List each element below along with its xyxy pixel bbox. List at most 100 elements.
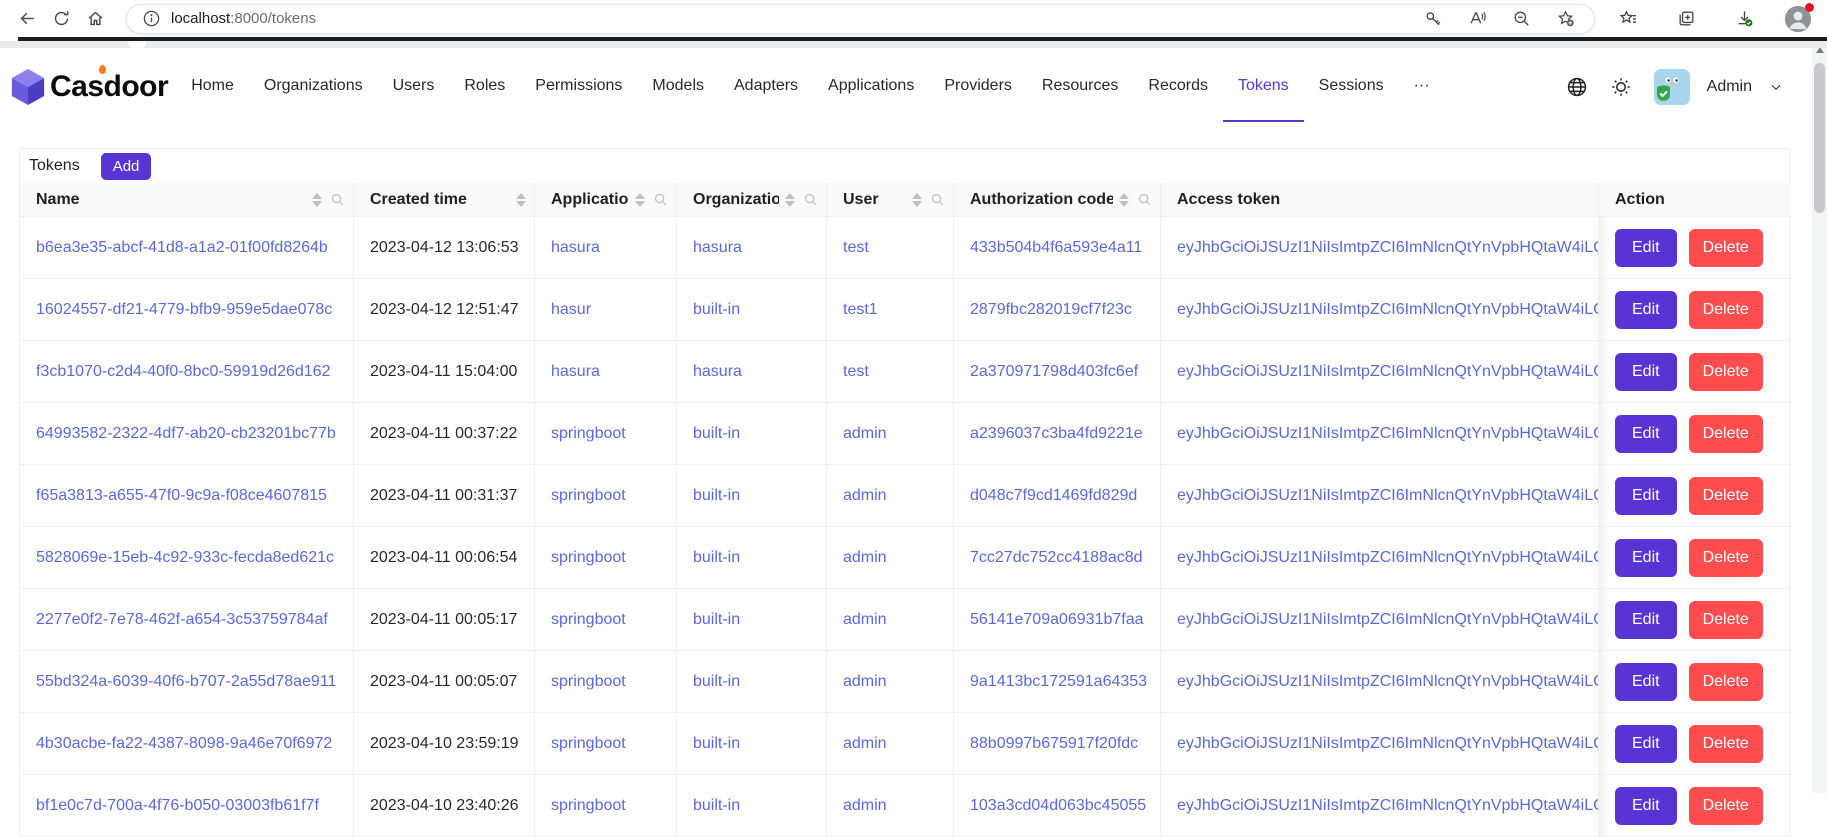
sorter-icon[interactable] (312, 193, 322, 207)
access-token-link[interactable]: eyJhbGciOiJSUzI1NiIsImtpZCI6ImNlcnQtYnVp… (1177, 797, 1599, 814)
token-name-link[interactable]: 2277e0f2-7e78-462f-a654-3c53759784af (36, 611, 328, 628)
user-link[interactable]: admin (843, 487, 887, 504)
browser-profile-avatar[interactable] (1785, 6, 1811, 32)
application-link[interactable]: springboot (551, 797, 626, 814)
sorter-icon[interactable] (1119, 193, 1129, 207)
token-name-link[interactable]: 5828069e-15eb-4c92-933c-fecda8ed621c (36, 549, 334, 566)
nav-item-home[interactable]: Home (176, 52, 249, 122)
application-link[interactable]: springboot (551, 673, 626, 690)
nav-item-permissions[interactable]: Permissions (520, 52, 637, 122)
column-search-icon[interactable] (930, 192, 945, 207)
nav-item-roles[interactable]: Roles (449, 52, 520, 122)
application-link[interactable]: hasur (551, 301, 591, 318)
access-token-link[interactable]: eyJhbGciOiJSUzI1NiIsImtpZCI6ImNlcnQtYnVp… (1177, 301, 1599, 318)
user-link[interactable]: test (843, 363, 869, 380)
authorization-code-link[interactable]: 7cc27dc752cc4188ac8d (970, 549, 1143, 566)
edit-button[interactable]: Edit (1615, 663, 1677, 701)
delete-button[interactable]: Delete (1689, 353, 1763, 391)
sorter-icon[interactable] (785, 193, 795, 207)
user-link[interactable]: admin (843, 549, 887, 566)
delete-button[interactable]: Delete (1689, 539, 1763, 577)
column-search-icon[interactable] (330, 192, 345, 207)
downloads-icon[interactable] (1727, 4, 1761, 34)
edit-button[interactable]: Edit (1615, 229, 1677, 267)
scrollbar-thumb[interactable] (1814, 63, 1825, 213)
token-name-link[interactable]: bf1e0c7d-700a-4f76-b050-03003fb61f7f (36, 797, 319, 814)
home-icon[interactable] (78, 4, 112, 34)
organization-link[interactable]: built-in (693, 301, 740, 318)
user-link[interactable]: test (843, 239, 869, 256)
organization-link[interactable]: built-in (693, 487, 740, 504)
column-header-organization[interactable]: Organization (677, 183, 827, 217)
user-name[interactable]: Admin (1707, 78, 1752, 96)
application-link[interactable]: springboot (551, 549, 626, 566)
column-search-icon[interactable] (1137, 192, 1152, 207)
nav-item-adapters[interactable]: Adapters (719, 52, 813, 122)
delete-button[interactable]: Delete (1689, 725, 1763, 763)
token-name-link[interactable]: 4b30acbe-fa22-4387-8098-9a46e70f6972 (36, 735, 332, 752)
edit-button[interactable]: Edit (1615, 539, 1677, 577)
refresh-icon[interactable] (44, 4, 78, 34)
back-icon[interactable] (10, 4, 44, 34)
delete-button[interactable]: Delete (1689, 291, 1763, 329)
organization-link[interactable]: built-in (693, 797, 740, 814)
vertical-scrollbar[interactable] (1812, 41, 1827, 793)
nav-item-providers[interactable]: Providers (929, 52, 1027, 122)
application-link[interactable]: springboot (551, 487, 626, 504)
access-token-link[interactable]: eyJhbGciOiJSUzI1NiIsImtpZCI6ImNlcnQtYnVp… (1177, 735, 1599, 752)
application-link[interactable]: hasura (551, 363, 600, 380)
authorization-code-link[interactable]: d048c7f9cd1469fd829d (970, 487, 1137, 504)
collections-icon[interactable] (1669, 4, 1703, 34)
organization-link[interactable]: hasura (693, 239, 742, 256)
delete-button[interactable]: Delete (1689, 229, 1763, 267)
token-name-link[interactable]: 55bd324a-6039-40f6-b707-2a55d78ae911 (36, 673, 336, 690)
address-bar[interactable]: localhost:8000/tokens (126, 4, 1595, 34)
application-link[interactable]: springboot (551, 735, 626, 752)
user-link[interactable]: admin (843, 611, 887, 628)
site-info-icon[interactable] (141, 4, 161, 34)
favorites-bar-icon[interactable] (1611, 4, 1645, 34)
sorter-icon[interactable] (635, 193, 645, 207)
user-avatar[interactable] (1653, 68, 1691, 106)
authorization-code-link[interactable]: 2a370971798d403fc6ef (970, 363, 1138, 380)
authorization-code-link[interactable]: 433b504b4f6a593e4a11 (970, 239, 1142, 256)
nav-item-resources[interactable]: Resources (1027, 52, 1133, 122)
user-link[interactable]: admin (843, 673, 887, 690)
edit-button[interactable]: Edit (1615, 787, 1677, 825)
delete-button[interactable]: Delete (1689, 601, 1763, 639)
access-token-link[interactable]: eyJhbGciOiJSUzI1NiIsImtpZCI6ImNlcnQtYnVp… (1177, 487, 1599, 504)
column-search-icon[interactable] (803, 192, 818, 207)
authorization-code-link[interactable]: 88b0997b675917f20fdc (970, 735, 1138, 752)
user-link[interactable]: test1 (843, 301, 878, 318)
nav-item-models[interactable]: Models (637, 52, 719, 122)
edit-button[interactable]: Edit (1615, 415, 1677, 453)
theme-sun-icon[interactable] (1609, 75, 1633, 99)
column-header-authorization-code[interactable]: Authorization code (954, 183, 1161, 217)
edit-button[interactable]: Edit (1615, 291, 1677, 329)
token-name-link[interactable]: 16024557-df21-4779-bfb9-959e5dae078c (36, 301, 332, 318)
password-key-icon[interactable] (1422, 4, 1444, 34)
access-token-link[interactable]: eyJhbGciOiJSUzI1NiIsImtpZCI6ImNlcnQtYnVp… (1177, 611, 1599, 628)
delete-button[interactable]: Delete (1689, 477, 1763, 515)
token-name-link[interactable]: 64993582-2322-4df7-ab20-cb23201bc77b (36, 425, 336, 442)
nav-item-organizations[interactable]: Organizations (249, 52, 378, 122)
authorization-code-link[interactable]: a2396037c3ba4fd9221e (970, 425, 1143, 442)
url-text[interactable]: localhost:8000/tokens (171, 10, 1422, 27)
sorter-icon[interactable] (912, 193, 922, 207)
casdoor-logo[interactable]: Casdoor (10, 68, 168, 106)
authorization-code-link[interactable]: 56141e709a06931b7faa (970, 611, 1144, 628)
organization-link[interactable]: built-in (693, 611, 740, 628)
access-token-link[interactable]: eyJhbGciOiJSUzI1NiIsImtpZCI6ImNlcnQtYnVp… (1177, 549, 1599, 566)
authorization-code-link[interactable]: 103a3cd04d063bc45055 (970, 797, 1146, 814)
column-header-created-time[interactable]: Created time (354, 183, 535, 217)
organization-link[interactable]: built-in (693, 549, 740, 566)
delete-button[interactable]: Delete (1689, 663, 1763, 701)
edit-button[interactable]: Edit (1615, 353, 1677, 391)
user-link[interactable]: admin (843, 425, 887, 442)
nav-item-more[interactable]: ··· (1399, 52, 1445, 122)
nav-item-sessions[interactable]: Sessions (1304, 52, 1399, 122)
edit-button[interactable]: Edit (1615, 477, 1677, 515)
chevron-down-icon[interactable] (1764, 75, 1788, 99)
token-name-link[interactable]: b6ea3e35-abcf-41d8-a1a2-01f00fd8264b (36, 239, 328, 256)
delete-button[interactable]: Delete (1689, 787, 1763, 825)
